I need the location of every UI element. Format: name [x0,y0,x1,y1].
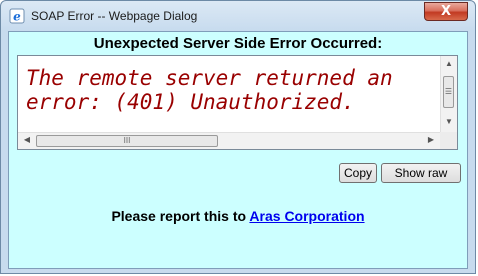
horizontal-scroll-thumb[interactable]: III [36,135,218,147]
dialog-body: Unexpected Server Side Error Occurred: T… [8,31,468,269]
error-message: The remote server returned an error: (40… [26,66,406,114]
svg-text:e: e [13,10,21,24]
report-text: Please report this to [111,208,250,224]
window-title: SOAP Error -- Webpage Dialog [31,9,198,23]
vertical-scroll-thumb[interactable]: ☰ [443,76,454,108]
error-heading: Unexpected Server Side Error Occurred: [93,35,383,52]
close-button[interactable]: X [424,2,468,21]
show-raw-button[interactable]: Show raw [381,163,461,183]
ie-page-icon: e [9,8,25,24]
grip-icon: ☰ [444,87,453,96]
horizontal-scrollbar[interactable]: ◀ III ▶ [18,132,441,149]
error-message-box[interactable]: The remote server returned an error: (40… [17,55,458,150]
scroll-right-icon[interactable]: ▶ [423,135,439,144]
scroll-down-icon[interactable]: ▼ [441,117,457,126]
report-line: Please report this to Aras Corporation [9,208,467,224]
aras-corporation-link[interactable]: Aras Corporation [249,208,364,224]
scroll-corner [440,132,457,149]
scroll-left-icon[interactable]: ◀ [19,135,35,144]
copy-button[interactable]: Copy [339,163,377,183]
vertical-scrollbar[interactable]: ▲ ☰ ▼ [440,56,457,132]
title-bar[interactable]: e SOAP Error -- Webpage Dialog X [1,1,475,31]
close-icon: X [440,4,452,19]
dialog-window: e SOAP Error -- Webpage Dialog X Unexpec… [0,0,476,274]
scroll-up-icon[interactable]: ▲ [441,59,457,68]
